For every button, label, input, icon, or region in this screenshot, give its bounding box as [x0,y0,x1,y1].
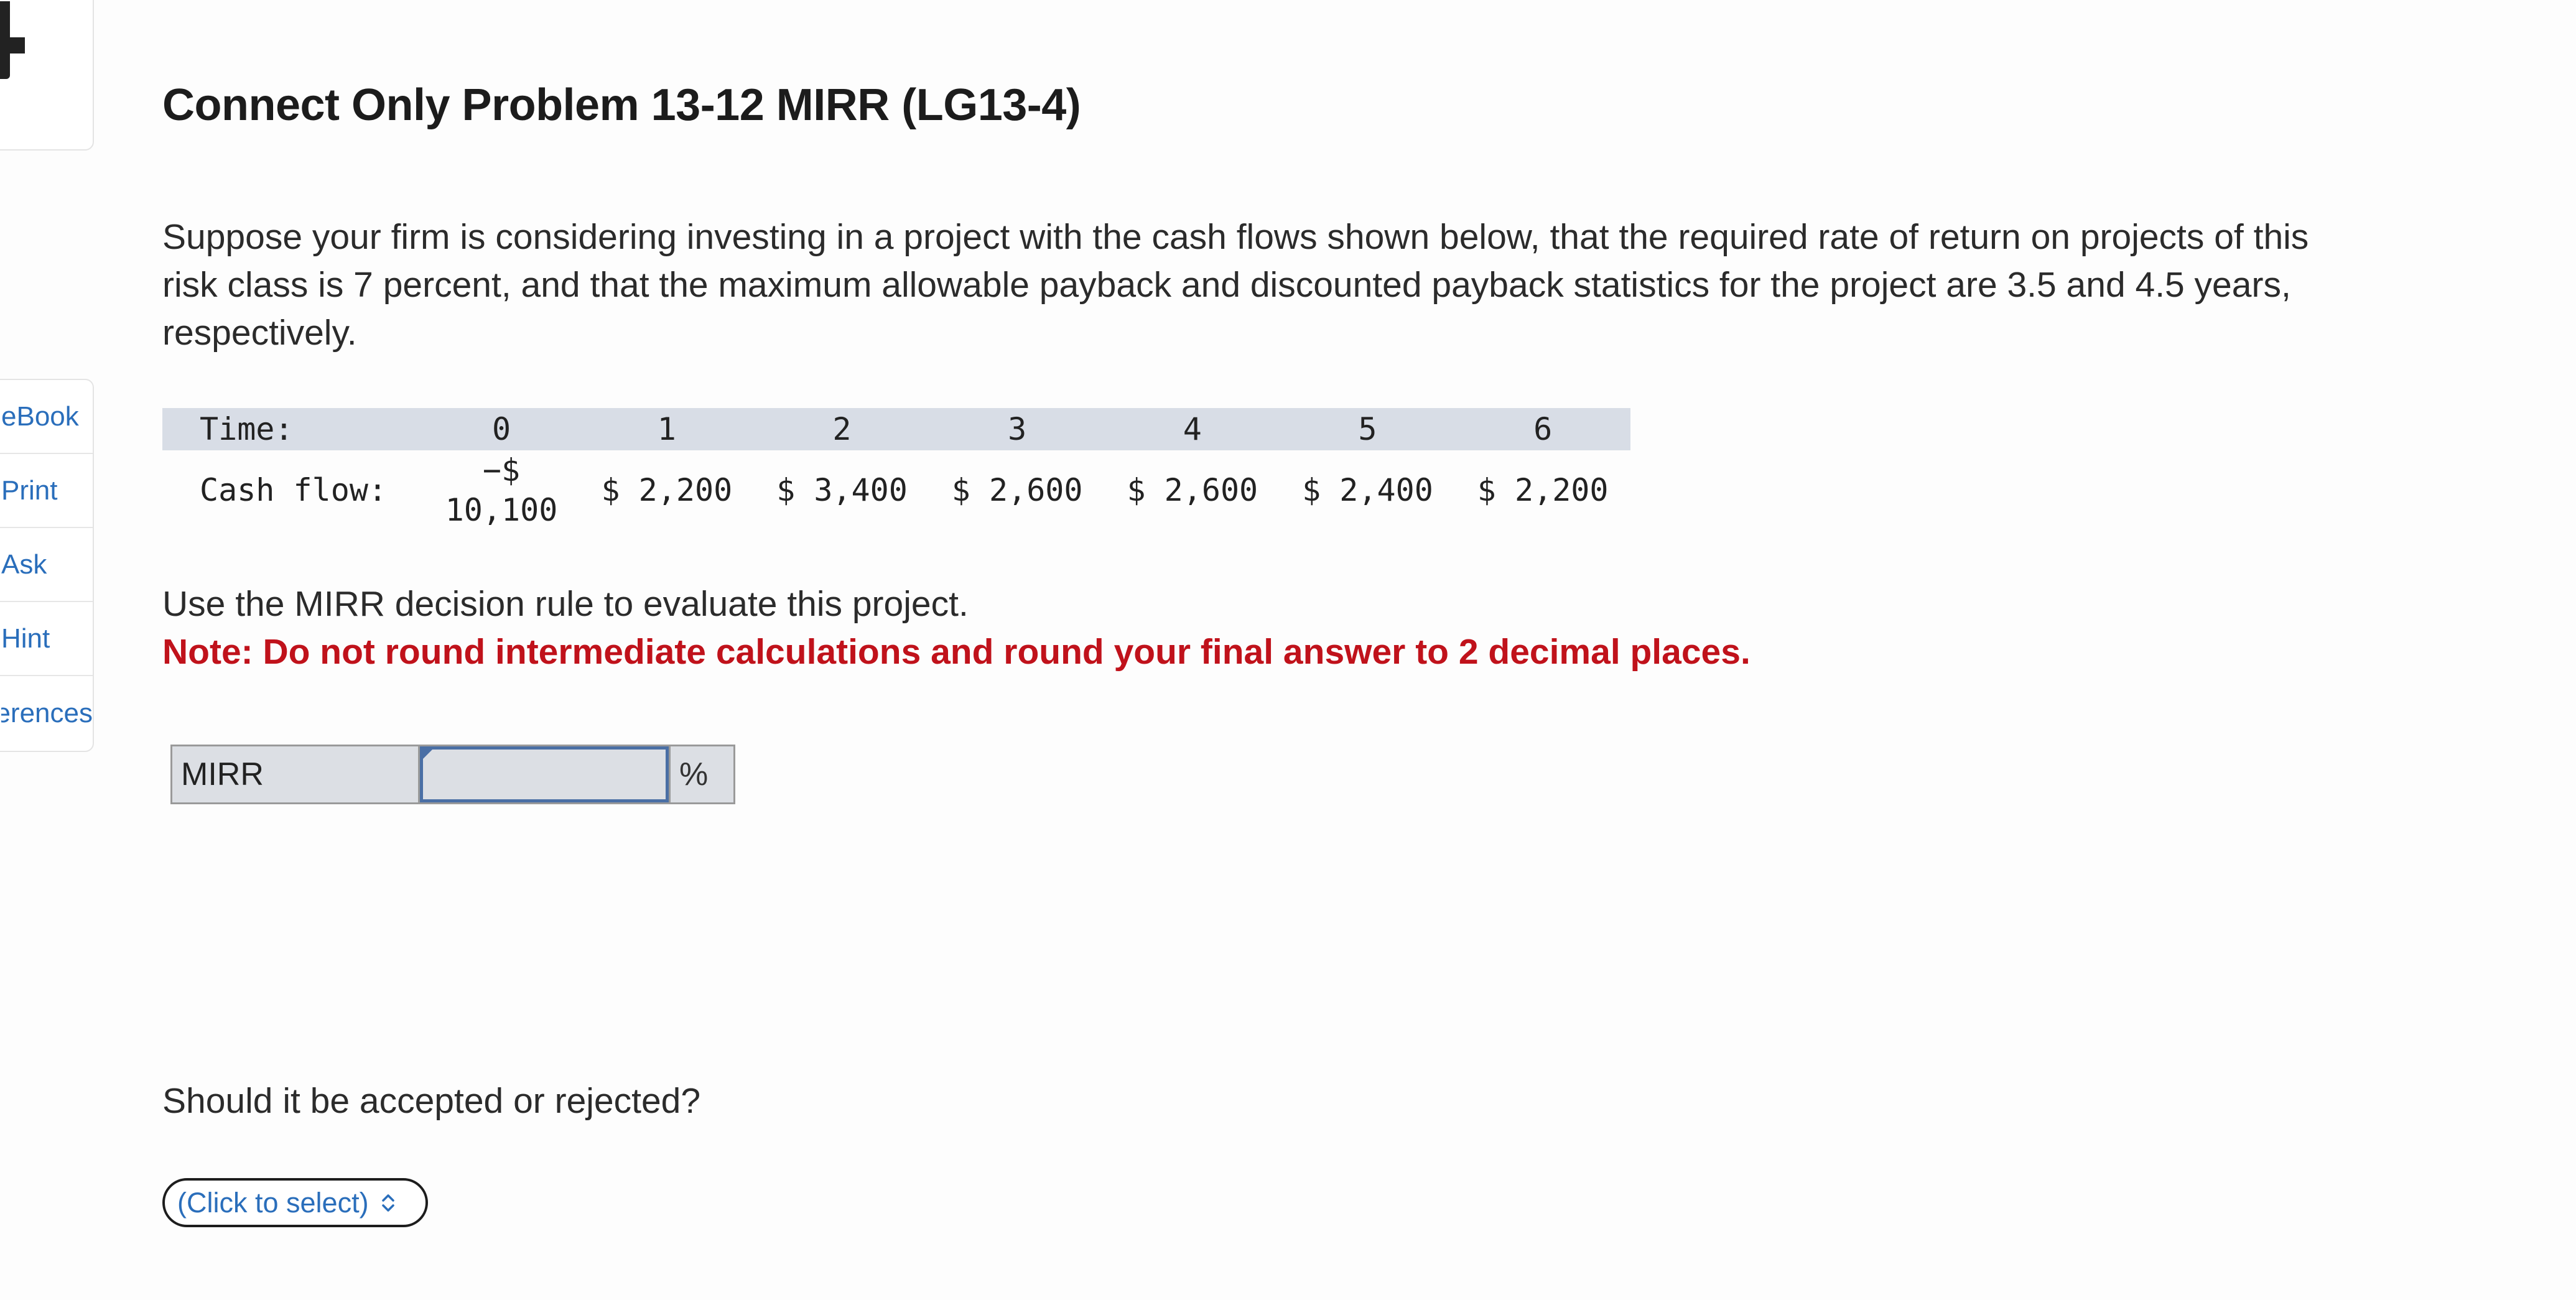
table-header-row: Time: 0 1 2 3 4 5 6 [162,408,1630,450]
mirr-answer-row: MIRR % [170,745,735,804]
sidebar-item-label[interactable]: Print [1,475,93,506]
page-title: Connect Only Problem 13-12 MIRR (LG13-4) [162,80,1081,130]
cash-flow-cell: $ 2,400 [1302,472,1433,508]
instruction-text: Use the MIRR decision rule to evaluate t… [162,584,969,624]
sidebar-item-print[interactable]: Print [0,454,93,528]
cash-flow-amount: 10,100 [445,492,558,528]
cash-flow-cell: $ 2,200 [601,472,733,508]
period-header: 6 [1533,411,1553,447]
question-text: Should it be accepted or rejected? [162,1081,701,1121]
cash-flow-cell: $ 2,600 [1127,472,1258,508]
input-corner-flag-icon [421,748,434,761]
problem-text: Suppose your firm is considering investi… [162,217,2309,353]
sidebar-item-ebook[interactable]: eBook [0,380,93,454]
cash-flow-label: Cash flow: [200,472,388,508]
tool-icon[interactable] [0,1,25,91]
select-label[interactable]: (Click to select) [177,1187,369,1219]
sidebar-item-label[interactable]: Hint [1,623,93,654]
sidebar-item-references[interactable]: References [0,676,93,750]
sidebar-item-ask[interactable]: Ask [0,528,93,602]
period-header: 4 [1183,411,1202,447]
sidebar-nav: eBook Print Ask Hint References [0,379,94,752]
period-header: 5 [1358,411,1377,447]
decision-select[interactable]: (Click to select) [162,1178,428,1227]
sidebar-item-label[interactable]: References [1,698,93,729]
chevron-updown-icon[interactable] [381,1192,395,1214]
period-header: 2 [832,411,852,447]
sidebar-item-label[interactable]: eBook [1,401,93,432]
time-label: Time: [200,411,294,447]
sidebar-top-panel [0,0,94,151]
percent-unit: % [669,746,733,802]
mirr-input[interactable] [420,746,669,802]
cash-flow-cell: −$ 10,100 [424,450,579,530]
cash-flow-table: Time: 0 1 2 3 4 5 6 Cash flow: −$ 10,100… [162,408,1630,530]
period-header: 1 [657,411,676,447]
table-row: Cash flow: −$ 10,100 $ 2,200 $ 3,400 $ 2… [162,450,1630,530]
mirr-label: MIRR [172,746,420,802]
cash-flow-cell: $ 3,400 [776,472,908,508]
rounding-note: Note: Do not round intermediate calculat… [162,632,1751,672]
cash-flow-cell: $ 2,600 [951,472,1083,508]
period-header: 0 [491,411,511,447]
sidebar-item-hint[interactable]: Hint [0,602,93,676]
sidebar-item-label[interactable]: Ask [1,549,93,580]
cash-flow-cell: $ 2,200 [1477,472,1609,508]
cash-flow-sign: −$ [482,452,521,488]
period-header: 3 [1008,411,1027,447]
